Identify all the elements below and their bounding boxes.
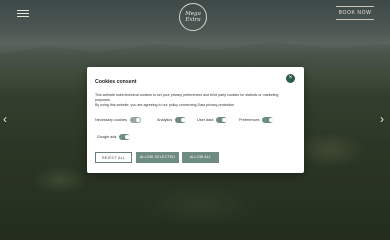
description-text-1: This website uses technical cookies to s… [95, 93, 279, 102]
toggle-analytics[interactable]: Analytics [157, 115, 187, 125]
toggle-necessary[interactable]: Necessary cookies [95, 115, 141, 125]
allow-selected-button[interactable]: ALLOW SELECTED [136, 152, 179, 163]
privacy-policy-link[interactable]: Data privacy protection [197, 103, 234, 107]
logo-line-2: Extra [185, 17, 201, 23]
chevron-left-icon[interactable]: ‹ [3, 113, 7, 125]
toggle-label: User data [197, 118, 214, 122]
toggle-switch[interactable] [129, 117, 141, 123]
chevron-right-icon[interactable]: › [380, 113, 384, 125]
toggle-label: Preferences [239, 118, 260, 122]
toggle-label: Necessary cookies [95, 118, 127, 122]
toggle-google-ads[interactable]: Google ads [97, 132, 131, 142]
consent-description: This website uses technical cookies to s… [95, 93, 291, 108]
toggle-label: Analytics [157, 118, 173, 122]
toggle-switch[interactable] [216, 117, 228, 123]
toggle-row-1: Necessary cookies Analytics User data Pr… [95, 115, 300, 125]
toggle-label: Google ads [97, 135, 117, 139]
reject-all-button[interactable]: REJECT ALL [95, 152, 132, 163]
toggle-switch[interactable] [119, 134, 131, 140]
book-now-button[interactable]: BOOK NOW [336, 6, 374, 20]
logo[interactable]: Mega Extra [179, 3, 207, 31]
hamburger-menu-icon[interactable] [17, 10, 29, 17]
close-icon[interactable]: × [286, 74, 295, 83]
toggle-user-data[interactable]: User data [197, 115, 228, 125]
toggle-switch[interactable] [262, 117, 274, 123]
description-text-2: By using this website, you are agreeing … [95, 103, 235, 107]
dialog-title: Cookies consent [95, 79, 137, 85]
cookie-consent-dialog: Cookies consent × This website uses tech… [87, 67, 304, 173]
toggle-switch[interactable] [175, 117, 187, 123]
allow-all-button[interactable]: ALLOW ALL [182, 152, 219, 163]
toggle-preferences[interactable]: Preferences [239, 115, 274, 125]
toggle-row-2: Google ads [95, 132, 300, 142]
